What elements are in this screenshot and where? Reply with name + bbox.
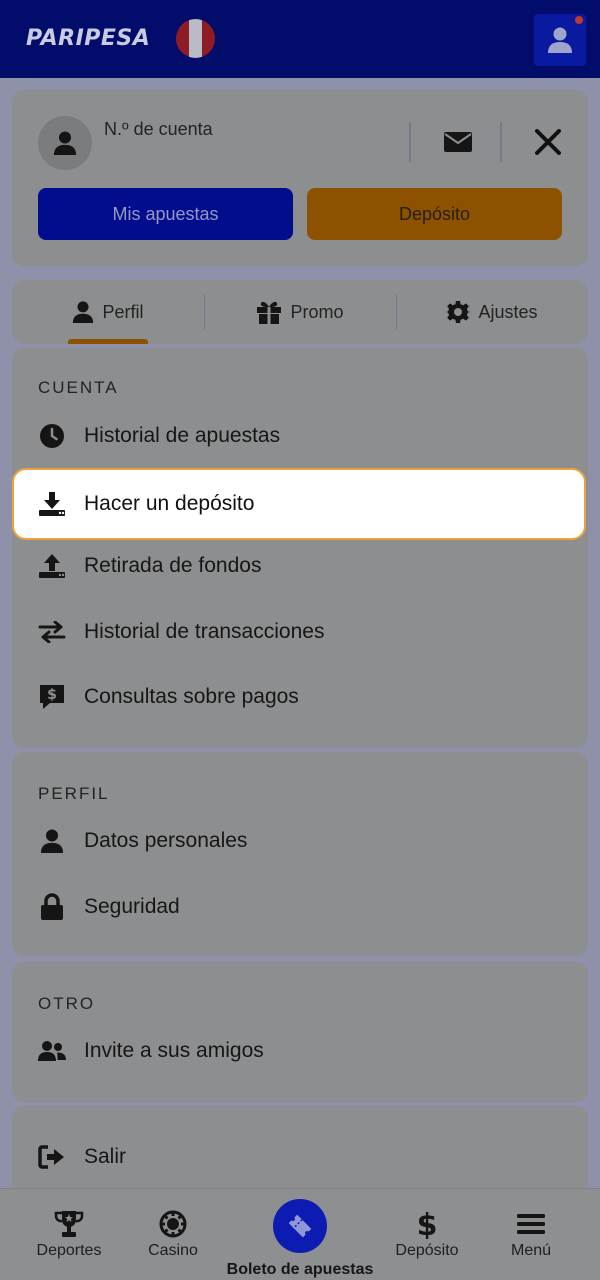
casino-chip-icon: [159, 1210, 187, 1238]
section-title: CUENTA: [38, 378, 119, 397]
tab-settings-label: Ajustes: [478, 301, 538, 322]
profile-tabs: Perfil Promo Ajustes: [12, 280, 588, 344]
nav-label: Menú: [510, 1242, 552, 1259]
trophy-icon: [54, 1211, 84, 1237]
hamburger-icon: [517, 1214, 545, 1234]
payment-chat-icon: $: [40, 685, 64, 709]
menu-item-label: Salir: [84, 1145, 127, 1168]
profile-button[interactable]: [534, 14, 586, 66]
download-icon: [39, 492, 65, 516]
menu-item-personal-data[interactable]: Datos personales: [12, 815, 588, 867]
nav-label: Casino: [148, 1242, 198, 1259]
svg-text:$: $: [47, 687, 57, 703]
notification-dot: [575, 16, 583, 24]
menu-item-label: Historial de apuestas: [84, 424, 281, 447]
user-icon: [40, 829, 64, 853]
peru-flag-icon[interactable]: [176, 19, 215, 58]
menu-item-make-deposit[interactable]: Hacer un depósito: [12, 468, 586, 540]
top-bar: PARIPESA: [0, 0, 600, 78]
deposit-button[interactable]: Depósito: [307, 188, 562, 240]
nav-menu[interactable]: Menú: [488, 1189, 574, 1280]
lock-icon: [41, 893, 63, 920]
nav-deposit[interactable]: $ Depósito: [382, 1189, 472, 1280]
menu-item-label: Hacer un depósito: [84, 492, 255, 515]
account-number-label: N.º de cuenta: [104, 119, 213, 139]
users-icon: [38, 1041, 66, 1061]
menu-item-label: Historial de transacciones: [84, 620, 325, 643]
nav-label: Boleto de apuestas: [226, 1261, 374, 1278]
user-icon: [73, 301, 94, 323]
profile-section: PERFIL Datos personales Seguridad: [12, 752, 588, 956]
bottom-navigation: Deportes Casino Boleto de apuestas $ Dep…: [0, 1188, 600, 1280]
bet-slip-button[interactable]: [273, 1199, 327, 1253]
menu-item-label: Retirada de fondos: [84, 554, 262, 577]
other-section: OTRO Invite a sus amigos: [12, 962, 588, 1102]
gift-icon: [257, 301, 282, 324]
messages-button[interactable]: [430, 122, 486, 162]
account-card: N.º de cuenta Mis apuestas Depósito: [12, 90, 588, 266]
section-title: PERFIL: [38, 784, 110, 803]
tab-promo[interactable]: Promo: [204, 280, 396, 344]
menu-item-label: Seguridad: [84, 895, 180, 918]
svg-text:$: $: [417, 1209, 438, 1239]
account-section: CUENTA Historial de apuestas Retirada de…: [12, 348, 588, 748]
user-icon: [53, 131, 77, 155]
menu-item-logout[interactable]: Salir: [12, 1131, 588, 1183]
nav-label: Deportes: [36, 1242, 102, 1259]
clock-icon: [40, 424, 64, 448]
account-avatar: [38, 116, 92, 170]
tab-profile[interactable]: Perfil: [12, 280, 204, 344]
menu-item-transaction-history[interactable]: Historial de transacciones: [12, 606, 588, 658]
gear-icon: [446, 301, 471, 323]
menu-item-invite-friends[interactable]: Invite a sus amigos: [12, 1025, 588, 1077]
upload-icon: [39, 554, 65, 578]
tab-promo-label: Promo: [290, 301, 344, 322]
user-icon: [548, 27, 572, 53]
menu-item-withdraw[interactable]: Retirada de fondos: [12, 540, 588, 592]
active-tab-indicator: [68, 339, 148, 344]
paripesa-logo[interactable]: PARIPESA: [26, 26, 150, 51]
menu-item-label: Consultas sobre pagos: [84, 685, 299, 708]
ticket-icon: [288, 1214, 312, 1238]
my-bets-button[interactable]: Mis apuestas: [38, 188, 293, 240]
tab-settings[interactable]: Ajustes: [396, 280, 588, 344]
menu-item-payment-inquiries[interactable]: $ Consultas sobre pagos: [12, 671, 588, 723]
close-icon: [535, 129, 561, 155]
nav-casino[interactable]: Casino: [127, 1189, 219, 1280]
menu-item-bet-history[interactable]: Historial de apuestas: [12, 410, 588, 462]
divider: [409, 122, 411, 162]
dollar-icon: $: [417, 1209, 438, 1239]
section-title: OTRO: [38, 994, 96, 1013]
logout-icon: [38, 1145, 64, 1169]
close-button[interactable]: [526, 122, 570, 162]
divider: [500, 122, 502, 162]
menu-item-label: Invite a sus amigos: [84, 1039, 264, 1062]
menu-item-label: Datos personales: [84, 829, 248, 852]
tab-profile-label: Perfil: [102, 301, 144, 322]
nav-bet-slip[interactable]: Boleto de apuestas: [226, 1189, 374, 1280]
nav-sports[interactable]: Deportes: [20, 1189, 118, 1280]
transfer-arrows-icon: [38, 621, 66, 643]
menu-item-security[interactable]: Seguridad: [12, 881, 588, 933]
mail-icon: [444, 132, 472, 152]
nav-label: Depósito: [395, 1242, 459, 1259]
